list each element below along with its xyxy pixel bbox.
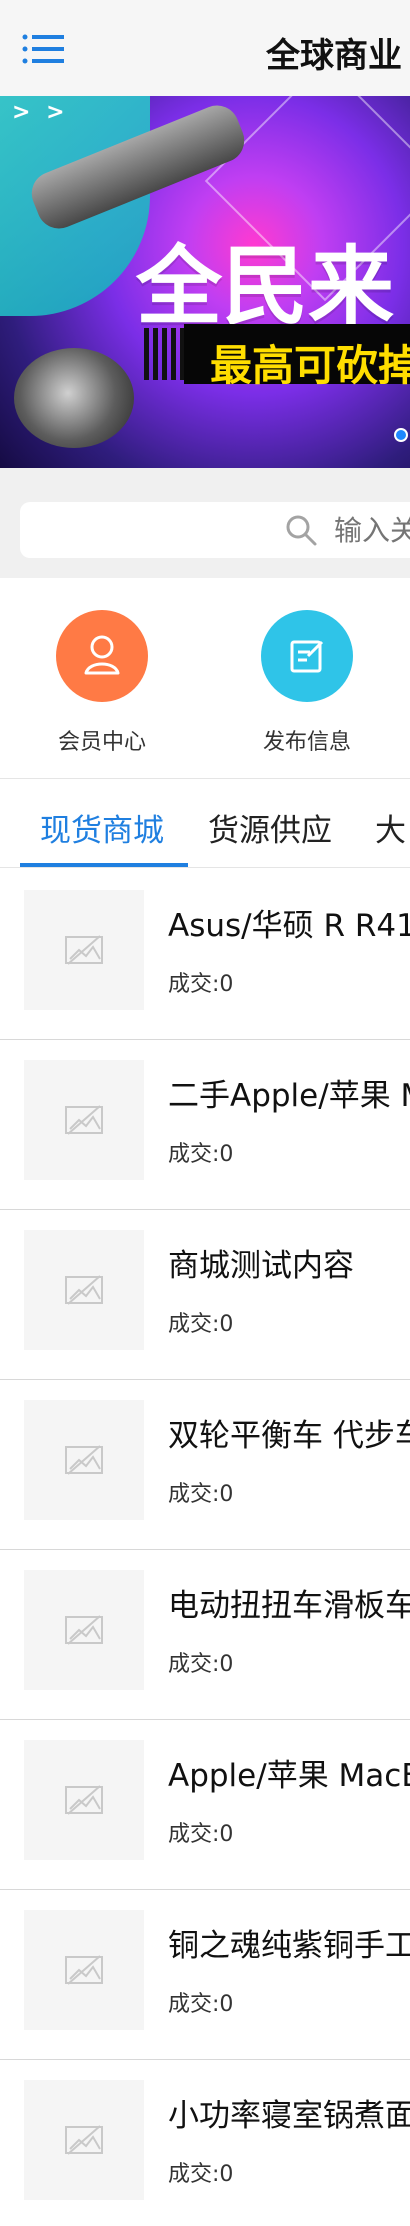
product-thumbnail: [24, 1910, 144, 2030]
product-item[interactable]: 铜之魂纯紫铜手工 成交:0: [0, 1890, 410, 2060]
product-sales: 成交:0: [168, 1652, 234, 1677]
product-sales: 成交:0: [168, 1312, 234, 1337]
product-list: Asus/华硕 R R417 成交:0 二手Apple/苹果 M 成交:0 商城…: [0, 870, 410, 2226]
image-placeholder-icon: [65, 1105, 103, 1135]
product-sales: 成交:0: [168, 972, 234, 997]
page: 全球商业 > > 全民来 最高可砍掉 会员中心: [0, 0, 410, 2226]
product-sales: 成交:0: [168, 1822, 234, 1847]
image-placeholder-icon: [65, 1955, 103, 1985]
user-icon: [84, 635, 120, 675]
product-sales: 成交:0: [168, 2162, 234, 2187]
tabs: 现货商城 货源供应 大: [0, 778, 410, 868]
product-thumbnail: [24, 1400, 144, 1520]
product-item[interactable]: 二手Apple/苹果 M 成交:0: [0, 1040, 410, 1210]
banner-headline: 全民来: [136, 237, 394, 337]
publish-info-circle: [261, 610, 353, 702]
product-title: 商城测试内容: [168, 1248, 354, 1284]
search-section: [0, 468, 410, 578]
product-title: 二手Apple/苹果 M: [168, 1078, 410, 1114]
search-input[interactable]: [334, 514, 410, 547]
product-item[interactable]: 电动扭扭车滑板车 成交:0: [0, 1550, 410, 1720]
image-placeholder-icon: [65, 1445, 103, 1475]
image-placeholder-icon: [65, 935, 103, 965]
publish-info-label: 发布信息: [262, 730, 351, 755]
vacuum-image: [14, 348, 134, 448]
member-center-label: 会员中心: [57, 730, 146, 755]
promo-banner[interactable]: > > 全民来 最高可砍掉: [0, 96, 410, 468]
search-icon: [286, 515, 317, 546]
product-title: 双轮平衡车 代步车: [168, 1418, 410, 1454]
image-placeholder-icon: [65, 1275, 103, 1305]
banner-arrows: > >: [12, 100, 69, 125]
edit-icon: [290, 640, 324, 673]
tab-more[interactable]: 大: [375, 805, 406, 850]
product-sales: 成交:0: [168, 1992, 234, 2017]
carousel-indicator[interactable]: [394, 428, 408, 442]
product-item[interactable]: Asus/华硕 R R417 成交:0: [0, 870, 410, 1040]
product-title: 电动扭扭车滑板车: [168, 1588, 410, 1624]
quick-links: 会员中心 发布信息: [0, 578, 410, 778]
image-placeholder-icon: [65, 2125, 103, 2155]
image-placeholder-icon: [65, 1615, 103, 1645]
product-sales: 成交:0: [168, 1482, 234, 1507]
product-item[interactable]: 小功率寝室锅煮面 成交:0: [0, 2060, 410, 2226]
tab-spot-mall[interactable]: 现货商城: [40, 805, 164, 850]
product-thumbnail: [24, 2080, 144, 2200]
product-item[interactable]: 双轮平衡车 代步车 成交:0: [0, 1380, 410, 1550]
banner-bars-decoration: [144, 328, 184, 380]
page-title: 全球商业: [266, 36, 402, 76]
member-center-link[interactable]: 会员中心: [37, 610, 167, 756]
top-bar: 全球商业: [0, 0, 410, 96]
active-tab-indicator: [20, 863, 188, 867]
product-title: Asus/华硕 R R417: [168, 908, 410, 944]
product-item[interactable]: Apple/苹果 MacB 成交:0: [0, 1720, 410, 1890]
product-thumbnail: [24, 1060, 144, 1180]
menu-icon[interactable]: [22, 34, 64, 64]
product-sales: 成交:0: [168, 1142, 234, 1167]
product-thumbnail: [24, 890, 144, 1010]
product-title: 小功率寝室锅煮面: [168, 2098, 410, 2134]
product-title: Apple/苹果 MacB: [168, 1758, 410, 1794]
tab-supply[interactable]: 货源供应: [208, 805, 332, 850]
publish-info-link[interactable]: 发布信息: [242, 610, 372, 756]
banner-subheadline: 最高可砍掉: [210, 341, 410, 390]
image-placeholder-icon: [65, 1785, 103, 1815]
product-thumbnail: [24, 1230, 144, 1350]
product-thumbnail: [24, 1570, 144, 1690]
product-thumbnail: [24, 1740, 144, 1860]
member-center-circle: [56, 610, 148, 702]
product-item[interactable]: 商城测试内容 成交:0: [0, 1210, 410, 1380]
product-title: 铜之魂纯紫铜手工: [168, 1928, 410, 1964]
